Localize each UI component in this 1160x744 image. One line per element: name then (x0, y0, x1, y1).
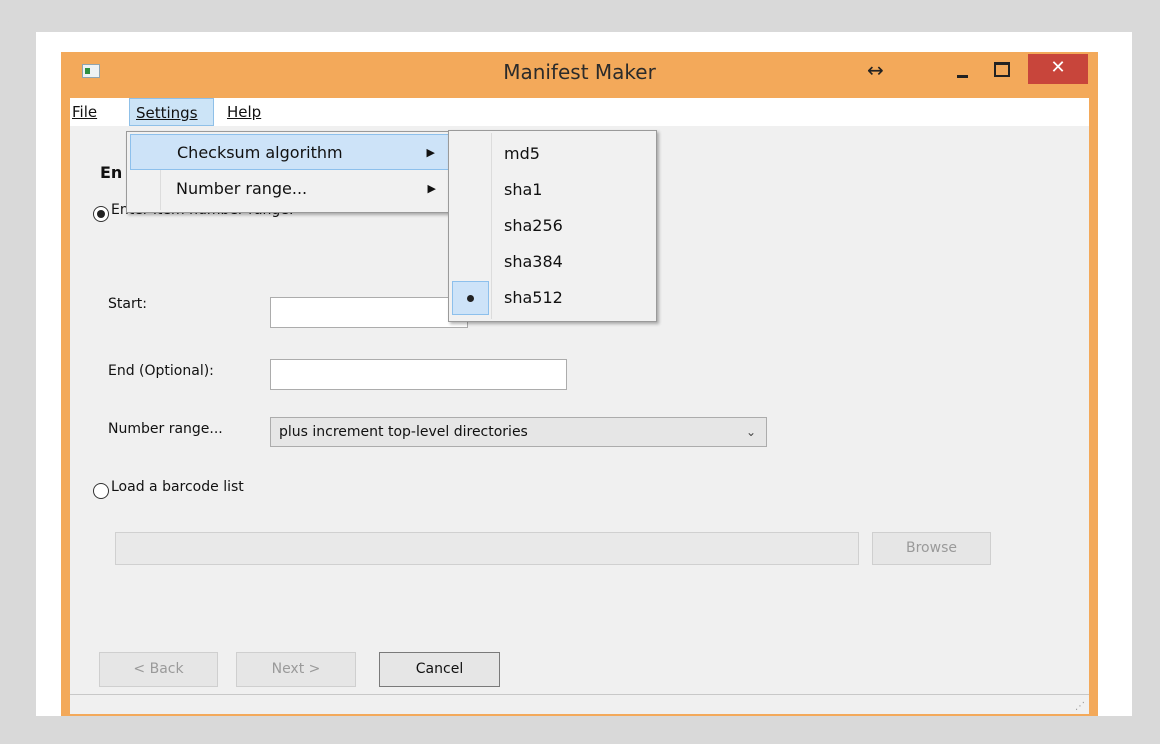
close-button[interactable]: ✕ (1028, 54, 1088, 84)
menu-help-label: Help (227, 103, 262, 121)
cancel-button[interactable]: Cancel (379, 652, 500, 687)
resize-icon[interactable]: ↔ (867, 58, 884, 82)
start-label: Start: (108, 296, 147, 312)
maximize-button[interactable] (983, 56, 1019, 84)
end-label: End (Optional): (108, 363, 214, 379)
menu-item-label: Number range... (176, 179, 308, 198)
number-range-select[interactable]: plus increment top-level directories ⌄ (270, 417, 767, 447)
chevron-down-icon: ⌄ (745, 425, 756, 439)
menu-file[interactable]: File (70, 98, 97, 126)
size-grip-icon[interactable]: ⋰ (1075, 701, 1085, 712)
status-bar-divider (70, 694, 1089, 695)
start-input[interactable] (270, 297, 468, 328)
settings-dropdown: Checksum algorithm ▶ Number range... ▶ (126, 131, 457, 213)
page-heading: En (100, 163, 123, 182)
number-range-value: plus increment top-level directories (279, 424, 528, 440)
menu-settings[interactable]: Settings (129, 98, 214, 126)
number-range-label: Number range... (108, 421, 223, 437)
window-title: Manifest Maker (503, 60, 656, 84)
menu-bar: File Settings Help (70, 98, 1089, 126)
title-bar[interactable]: Manifest Maker ↔ ✕ (61, 52, 1098, 98)
menu-item-checksum-algorithm[interactable]: Checksum algorithm ▶ (130, 134, 453, 170)
load-barcode-label[interactable]: Load a barcode list (111, 479, 244, 495)
menu-help[interactable]: Help (227, 98, 261, 126)
checksum-option-md5[interactable]: md5 (504, 136, 540, 172)
checksum-submenu: md5 sha1 sha256 sha384 sha512 (448, 130, 657, 322)
menu-file-label: File (72, 103, 98, 121)
enter-range-radio[interactable] (93, 206, 109, 222)
checksum-option-sha384[interactable]: sha384 (504, 244, 563, 280)
checksum-option-sha1[interactable]: sha1 (504, 172, 542, 208)
menu-item-number-range[interactable]: Number range... ▶ (130, 171, 453, 207)
selected-radio-icon (452, 281, 489, 315)
checksum-option-sha256[interactable]: sha256 (504, 208, 563, 244)
submenu-arrow-icon: ▶ (427, 182, 436, 195)
minimize-button[interactable] (945, 56, 981, 84)
close-icon: ✕ (1050, 57, 1066, 78)
submenu-arrow-icon: ▶ (426, 146, 435, 159)
next-button[interactable]: Next > (236, 652, 356, 687)
browse-button[interactable]: Browse (872, 532, 991, 565)
menu-item-label: Checksum algorithm (177, 143, 343, 162)
barcode-path-input[interactable] (115, 532, 859, 565)
menu-settings-label: Settings (136, 104, 198, 122)
end-input[interactable] (270, 359, 567, 390)
back-button[interactable]: < Back (99, 652, 218, 687)
checksum-option-sha512[interactable]: sha512 (504, 280, 563, 316)
load-barcode-radio[interactable] (93, 483, 109, 499)
menu-gutter (491, 133, 492, 319)
